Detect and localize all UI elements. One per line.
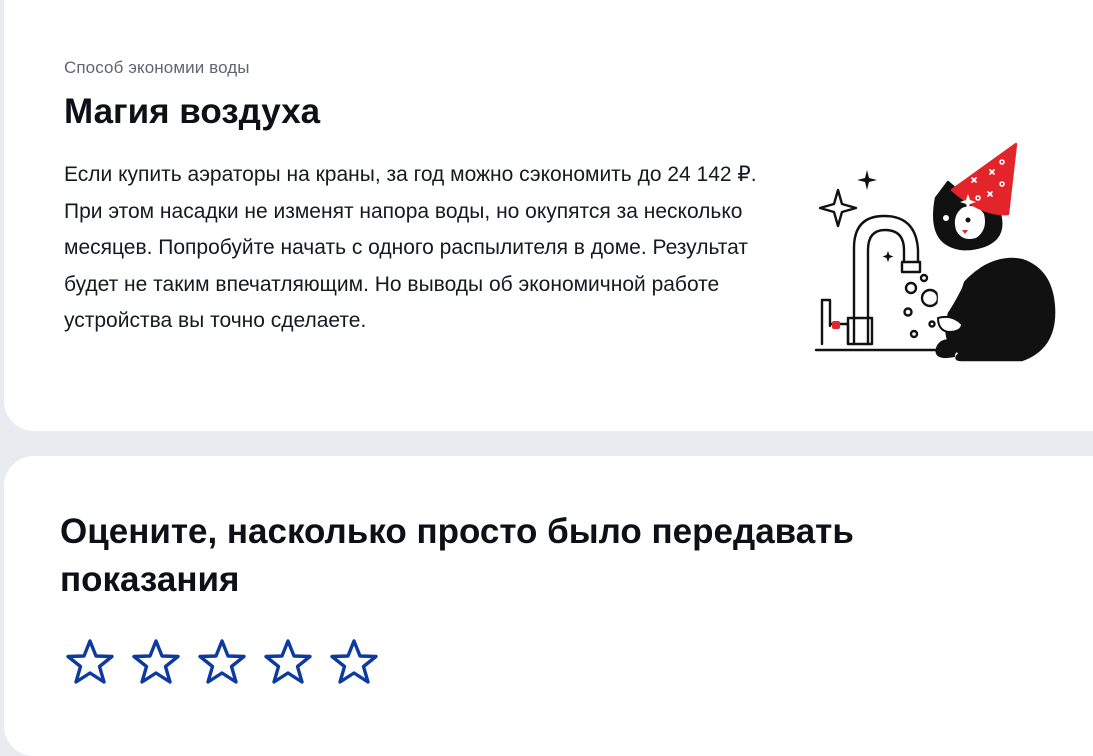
sparkle-tiny-icon <box>882 251 894 262</box>
star-1-icon[interactable] <box>66 638 114 686</box>
star-2-icon[interactable] <box>132 638 180 686</box>
star-4-icon[interactable] <box>264 638 312 686</box>
tip-category-label: Способ экономии воды <box>64 58 250 77</box>
star-3-icon[interactable] <box>198 638 246 686</box>
water-saving-tip-card: Способ экономии воды Магия воздуха Если … <box>4 0 1093 431</box>
tip-description: Если купить аэраторы на краны, за год мо… <box>64 163 757 332</box>
star-5-icon[interactable] <box>330 638 378 686</box>
sparkle-large-icon <box>818 188 858 228</box>
sparkle-small-icon <box>857 170 877 190</box>
cat-faucet-illustration <box>812 138 1062 373</box>
tip-title: Магия воздуха <box>64 92 321 131</box>
star-rating <box>66 638 378 686</box>
rating-question: Оцените, насколько просто было передават… <box>60 512 854 599</box>
rating-card <box>4 456 1093 756</box>
